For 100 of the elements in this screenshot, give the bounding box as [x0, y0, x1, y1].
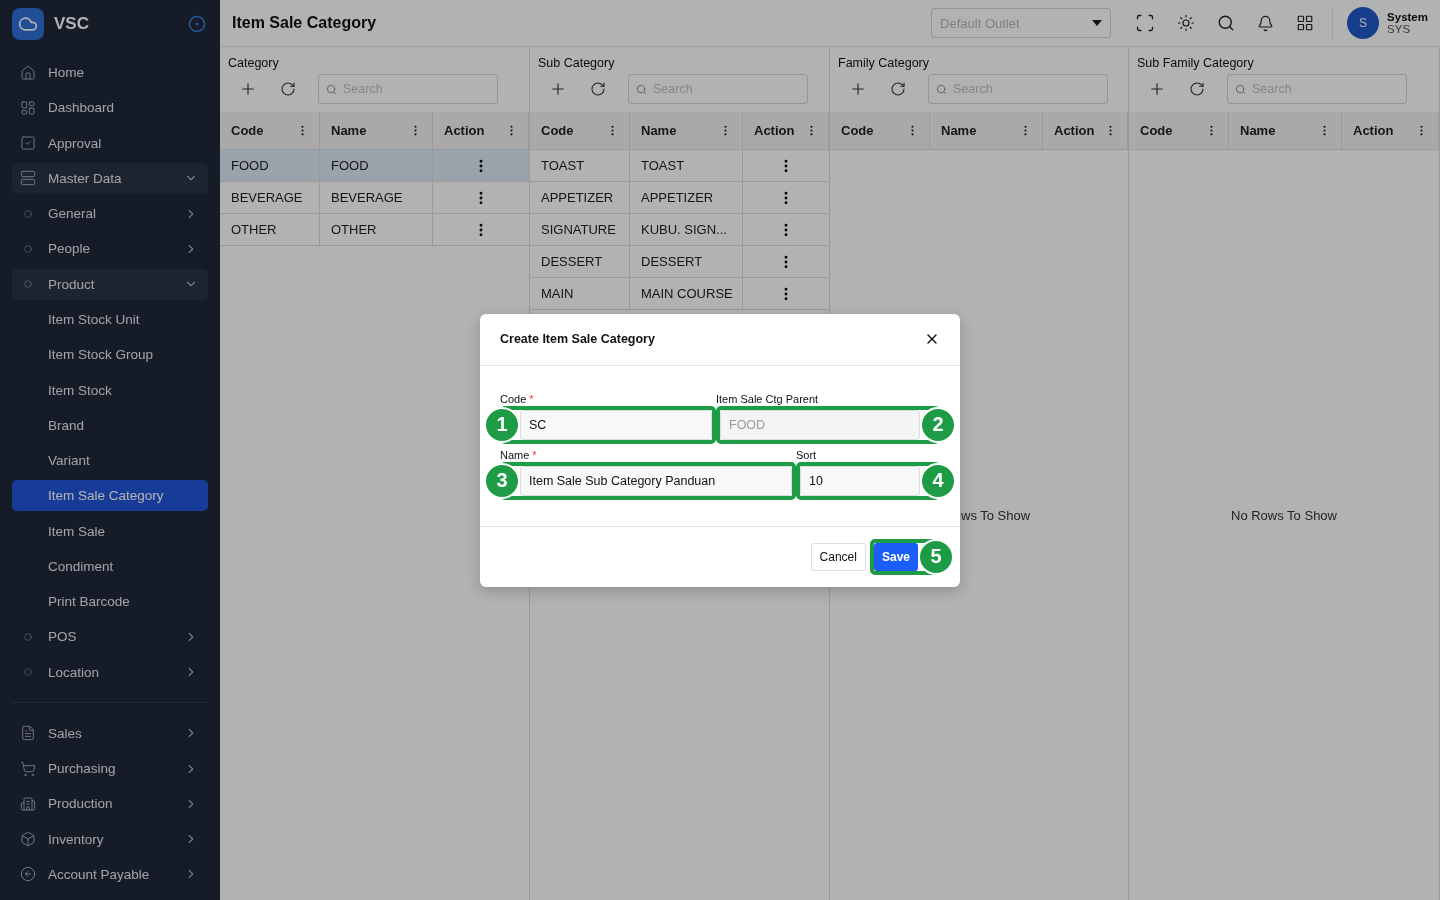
table-cell: TOAST: [630, 150, 743, 181]
search-icon: [936, 83, 947, 95]
step-number: 4: [920, 462, 956, 499]
empty-message: ws To Show: [961, 507, 1031, 523]
bullet-icon: [24, 668, 32, 677]
column-header[interactable]: Action: [1342, 112, 1439, 149]
bullet-icon: [24, 632, 32, 641]
panel-title: Sub Category: [537, 55, 616, 70]
search-icon: [326, 83, 337, 95]
table-cell: SIGNATURE: [530, 214, 630, 245]
bullet-icon: [24, 280, 32, 289]
column-header[interactable]: Name: [630, 112, 743, 149]
cancel-button[interactable]: Cancel: [810, 542, 866, 571]
column-header[interactable]: Action: [743, 112, 829, 149]
column-header[interactable]: Name: [1229, 112, 1342, 149]
menu-icon: [20, 831, 36, 848]
menu-icon: [20, 135, 36, 152]
column-header[interactable]: Code: [1129, 112, 1229, 149]
table-cell: FOOD: [220, 150, 320, 181]
sidebar-item[interactable]: Production: [12, 788, 208, 820]
sidebar-item[interactable]: Condiment: [12, 550, 208, 582]
required-mark: *: [532, 448, 537, 461]
page-title: Item Sale Category: [232, 14, 378, 32]
menu-icon: [20, 99, 36, 116]
sidebar-item[interactable]: Sales: [12, 717, 208, 750]
menu-icon: [20, 866, 36, 883]
table-cell: APPETIZER: [530, 182, 630, 213]
table-cell: FOOD: [320, 150, 433, 181]
panel-title: Category: [227, 55, 280, 70]
dialog-title: Create Item Sale Category: [500, 332, 655, 346]
sidebar-item[interactable]: Brand: [12, 409, 208, 441]
bullet-icon: [24, 209, 32, 218]
sidebar-item[interactable]: Inventory: [12, 823, 208, 855]
sidebar-item[interactable]: Item Sale: [12, 515, 208, 547]
empty-message: No Rows To Show: [1231, 507, 1337, 523]
cloud-logo-icon: [12, 8, 44, 40]
sidebar-item[interactable]: Item Stock Unit: [12, 303, 208, 336]
table-cell: MAIN COURSE: [630, 278, 743, 309]
save-button[interactable]: Save: [873, 542, 918, 571]
required-mark: *: [529, 392, 534, 405]
step-number: 2: [920, 406, 956, 443]
field-label: Code *: [500, 391, 535, 406]
column-header[interactable]: Name: [320, 112, 433, 149]
bullet-icon: [24, 244, 32, 253]
step-number: 5: [918, 538, 954, 575]
table-cell: TOAST: [530, 150, 630, 181]
menu-icon: [20, 170, 36, 187]
sidebar-item[interactable]: Approval: [12, 127, 208, 159]
sidebar-item[interactable]: Product: [12, 268, 208, 300]
field-label: Name *: [500, 447, 538, 462]
table-cell: OTHER: [220, 214, 320, 245]
table-cell: APPETIZER: [630, 182, 743, 213]
table-cell: MAIN: [530, 278, 630, 309]
column-header[interactable]: Code: [220, 112, 320, 149]
user-name: System: [1387, 11, 1428, 23]
input-field[interactable]: SC: [520, 409, 712, 440]
table-cell: DESSERT: [530, 246, 630, 277]
step-number: 1: [484, 406, 520, 443]
column-header[interactable]: Name: [930, 112, 1043, 149]
panel-title: Family Category: [837, 55, 930, 70]
table-cell: BEVERAGE: [320, 182, 433, 213]
app-name: VSC: [54, 14, 90, 34]
input-field[interactable]: 10: [800, 465, 920, 496]
sidebar-item[interactable]: POS: [12, 621, 208, 653]
sidebar-item[interactable]: Variant: [12, 444, 208, 477]
sidebar-item[interactable]: Purchasing: [12, 753, 208, 785]
panel-title: Sub Family Category: [1136, 55, 1255, 70]
sidebar-item[interactable]: Item Stock Group: [12, 339, 208, 371]
sidebar-item[interactable]: Print Barcode: [12, 586, 208, 618]
user-code: SYS: [1387, 23, 1412, 35]
step-number: 3: [484, 462, 520, 499]
sidebar-item[interactable]: Dashboard: [12, 92, 208, 124]
field-label: Item Sale Ctg Parent: [716, 391, 820, 406]
column-header[interactable]: Code: [530, 112, 630, 149]
sidebar-item[interactable]: Home: [12, 57, 208, 89]
search-icon: [636, 83, 647, 95]
caret-down-icon: [1092, 20, 1103, 26]
sidebar-item[interactable]: People: [12, 233, 208, 265]
column-header[interactable]: Action: [433, 112, 529, 149]
menu-icon: [20, 795, 36, 812]
sidebar-item[interactable]: Account Payable: [12, 858, 208, 891]
table-cell: KUBU. SIGN...: [630, 214, 743, 245]
column-header[interactable]: Action: [1043, 112, 1128, 149]
sidebar-item[interactable]: Item Sale Category: [12, 480, 208, 512]
sidebar-item[interactable]: Item Stock: [12, 374, 208, 406]
sidebar-item[interactable]: Master Data: [12, 162, 208, 195]
sidebar-item[interactable]: General: [12, 198, 208, 230]
menu-icon: [20, 725, 36, 742]
sidebar-item[interactable]: Location: [12, 656, 208, 688]
field-label: Sort: [796, 447, 818, 462]
table-cell: BEVERAGE: [220, 182, 320, 213]
toggle-icon[interactable]: [188, 15, 206, 33]
table-cell: OTHER: [320, 214, 433, 245]
user-avatar[interactable]: S: [1347, 7, 1380, 39]
menu-icon: [20, 760, 36, 777]
table-cell: DESSERT: [630, 246, 743, 277]
input-field[interactable]: Item Sale Sub Category Panduan: [520, 465, 792, 496]
column-header[interactable]: Code: [830, 112, 930, 149]
search-icon: [1235, 83, 1246, 95]
menu-icon: [20, 64, 36, 81]
